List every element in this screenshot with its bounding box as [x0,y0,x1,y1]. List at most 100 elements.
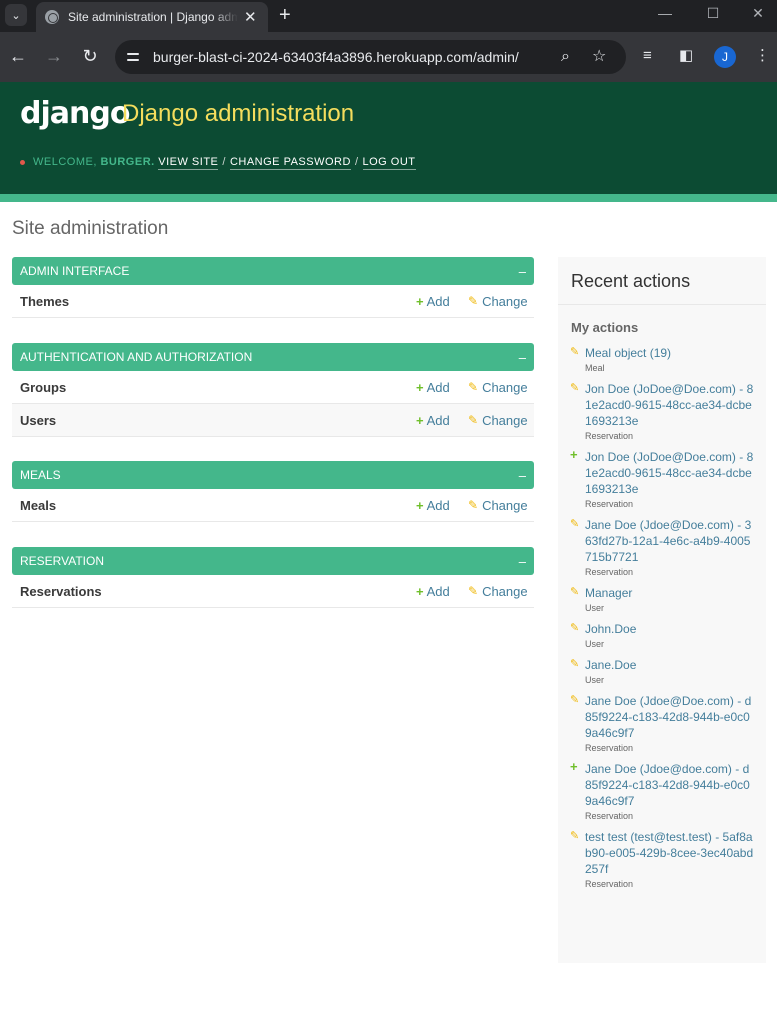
add-icon: + [416,497,424,513]
recent-actions-panel: Recent actions My actions ✎ Meal object (… [558,257,766,963]
model-link[interactable]: Meals [12,498,416,513]
recent-action-object-link[interactable]: Jane Doe (Jdoe@Doe.com) - 363fd27b-12a1-… [585,517,754,565]
tab-close-icon[interactable]: ✕ [244,10,257,25]
change-label: Change [482,583,528,599]
add-link[interactable]: + Add [416,584,468,599]
tab-title: Site administration | Django admin [68,10,238,24]
app-caption-link[interactable]: Admin Interface [20,264,129,278]
recent-action-object-link[interactable]: Manager [585,585,754,601]
collapse-icon[interactable]: – [519,350,534,365]
add-label: Add [426,379,450,395]
recent-action-item: + Jon Doe (JoDoe@Doe.com) - 81e2acd0-9615… [558,447,766,509]
app-caption: Meals – [12,461,534,489]
recent-action-object-link[interactable]: test test (test@test.test) - 5af8ab90-e0… [585,829,754,877]
change-link[interactable]: ✎ Change [468,584,534,599]
app-caption: Admin Interface – [12,257,534,285]
django-logo: django [20,96,130,131]
recent-action-object-link[interactable]: Jane Doe (Jdoe@doe.com) - d85f9224-c183-… [585,761,754,809]
view-site-link[interactable]: View site [158,156,219,170]
recent-action-item: ✎ test test (test@test.test) - 5af8ab90-e… [558,829,766,889]
change-link[interactable]: ✎ Change [468,498,534,513]
change-link[interactable]: ✎ Change [468,380,534,395]
recent-action-object-link[interactable]: Meal object (19) [585,345,754,361]
address-bar[interactable]: burger-blast-ci-2024-63403f4a3896.heroku… [115,40,626,74]
pencil-icon: ✎ [468,498,479,512]
admin-header: django Django administration Welcome, bu… [0,82,777,194]
add-icon: + [416,583,424,599]
recent-action-item: ✎ John.Doe User [558,621,766,649]
change-label: Change [482,412,528,428]
forward-button[interactable]: → [43,46,65,66]
recent-actions-title: Recent actions [558,257,766,305]
browser-tab[interactable]: Site administration | Django admin ✕ [36,2,268,32]
model-link[interactable]: Reservations [12,584,416,599]
model-link[interactable]: Users [12,413,416,428]
model-link[interactable]: Groups [12,380,416,395]
theme-toggle-dot[interactable] [20,159,25,165]
app-caption: Reservation – [12,547,534,575]
recent-action-item: ✎ Jane Doe (Jdoe@Doe.com) - 363fd27b-12a1… [558,517,766,577]
maximize-button[interactable]: ☐ [703,5,723,22]
change-label: Change [482,379,528,395]
zoom-icon[interactable]: ⌕ [561,48,570,66]
change-link[interactable]: ✎ Change [468,294,534,309]
app-module-meals: Meals – Meals + Add ✎ Change [12,461,534,522]
collapse-icon[interactable]: – [519,264,534,279]
pencil-icon: ✎ [570,518,580,530]
add-label: Add [426,583,450,599]
recent-action-object-link[interactable]: John.Doe [585,621,754,637]
separator: / [354,156,359,168]
media-controls-icon[interactable]: ≡ [643,47,652,65]
app-caption-link[interactable]: Authentication and Authorization [20,350,252,364]
add-link[interactable]: + Add [416,413,468,428]
model-link[interactable]: Themes [12,294,416,309]
change-label: Change [482,293,528,309]
model-row-meals: Meals + Add ✎ Change [12,489,534,522]
browser-toolbar: ← → ↻ burger-blast-ci-2024-63403f4a3896.… [0,32,777,82]
recent-action-object-link[interactable]: Jane Doe (Jdoe@Doe.com) - d85f9224-c183-… [585,693,754,741]
recent-action-object-link[interactable]: Jon Doe (JoDoe@Doe.com) - 81e2acd0-9615-… [585,449,754,497]
url-text[interactable]: burger-blast-ci-2024-63403f4a3896.heroku… [153,49,519,65]
back-button[interactable]: ← [7,46,29,66]
add-icon: + [416,412,424,428]
recent-action-item: ✎ Meal object (19) Meal [558,345,766,373]
collapse-icon[interactable]: – [519,468,534,483]
recent-action-object-link[interactable]: Jane.Doe [585,657,754,673]
app-module-admin-interface: Admin Interface – Themes + Add ✎ Change [12,257,534,318]
reload-button[interactable]: ↻ [79,46,101,66]
site-info-icon[interactable] [125,48,143,66]
pencil-icon: ✎ [468,584,479,598]
recent-action-content-type: Reservation [585,879,634,889]
browser-menu-icon[interactable]: ⋮ [755,47,770,65]
change-password-link[interactable]: Change password [229,156,351,170]
add-label: Add [426,293,450,309]
pencil-icon: ✎ [468,413,479,427]
header-accent-bar [0,194,777,202]
add-link[interactable]: + Add [416,380,468,395]
close-window-button[interactable]: ✕ [748,5,768,22]
new-tab-button[interactable]: + [279,4,291,26]
side-panel-icon[interactable]: ◧ [679,47,693,65]
separator: / [222,156,226,168]
add-icon: + [416,379,424,395]
app-caption-link[interactable]: Meals [20,468,61,482]
log-out-link[interactable]: Log out [362,156,416,170]
recent-action-object-link[interactable]: Jon Doe (JoDoe@Doe.com) - 81e2acd0-9615-… [585,381,754,429]
add-link[interactable]: + Add [416,294,468,309]
app-caption-link[interactable]: Reservation [20,554,104,568]
bookmark-star-icon[interactable]: ☆ [592,48,606,66]
add-label: Add [426,412,450,428]
profile-avatar[interactable]: J [714,46,736,68]
recent-action-content-type: User [585,639,605,649]
model-row-groups: Groups + Add ✎ Change [12,371,534,404]
site-title[interactable]: Django administration [122,100,354,128]
model-row-themes: Themes + Add ✎ Change [12,285,534,318]
recent-action-content-type: Reservation [585,567,634,577]
recent-action-content-type: Reservation [585,743,634,753]
tab-search-button[interactable]: ⌄ [5,4,27,26]
change-link[interactable]: ✎ Change [468,413,534,428]
add-link[interactable]: + Add [416,498,468,513]
minimize-button[interactable]: — [655,5,675,21]
recent-action-item: ✎ Jon Doe (JoDoe@Doe.com) - 81e2acd0-9615… [558,381,766,441]
collapse-icon[interactable]: – [519,554,534,569]
